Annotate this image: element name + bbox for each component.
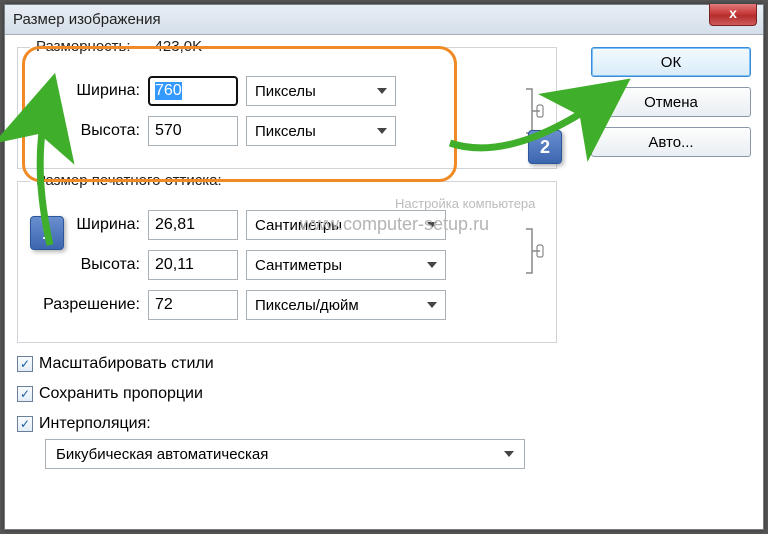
cancel-button[interactable]: Отмена [591,87,751,117]
interpolation-method-value: Бикубическая автоматическая [56,446,268,463]
height-unit-select[interactable]: Пикселы [246,116,396,146]
resolution-label: Разрешение: [30,296,140,314]
group-legend-print: Размер печатного оттиска: [30,172,228,189]
dialog-buttons: ОК Отмена Авто... [591,47,751,157]
height-unit-value: Пикселы [255,123,316,140]
print-width-unit-value: Сантиметры [255,217,342,234]
ok-button[interactable]: ОК [591,47,751,77]
scale-styles-checkbox[interactable]: ✓ Масштабировать стили [17,355,751,373]
print-width-input[interactable] [148,210,238,240]
link-icon [524,221,544,281]
width-input[interactable] [148,76,238,106]
interpolation-checkbox[interactable]: ✓ Интерполяция: [17,415,751,433]
height-input[interactable] [148,116,238,146]
width-unit-value: Пикселы [255,83,316,100]
close-icon[interactable]: x [709,4,757,26]
print-width-unit-select[interactable]: Сантиметры [246,210,446,240]
print-size-group: Размер печатного оттиска: Ширина: Сантим… [17,181,557,343]
constrain-label: Сохранить пропорции [39,385,203,403]
interpolation-label: Интерполяция: [39,415,151,433]
chevron-down-icon [377,128,387,134]
dimensions-size: 423,0K [155,38,203,55]
chevron-down-icon [427,222,437,228]
resolution-input[interactable] [148,290,238,320]
resolution-unit-value: Пикселы/дюйм [255,297,359,314]
link-icon [524,81,544,141]
checkbox-icon: ✓ [17,356,33,372]
pixel-dimensions-group: Размерность: 423,0K Ширина: Пикселы Высо… [17,47,557,169]
window-title: Размер изображения [13,11,161,28]
dialog-content: ОК Отмена Авто... Размерность: 423,0K Ши… [17,47,751,517]
scale-styles-label: Масштабировать стили [39,355,214,373]
auto-button[interactable]: Авто... [591,127,751,157]
print-height-unit-select[interactable]: Сантиметры [246,250,446,280]
width-unit-select[interactable]: Пикселы [246,76,396,106]
print-height-input[interactable] [148,250,238,280]
constrain-link [524,71,544,151]
titlebar: Размер изображения x [5,5,763,35]
checkbox-icon: ✓ [17,386,33,402]
constrain-proportions-checkbox[interactable]: ✓ Сохранить пропорции [17,385,751,403]
interpolation-method-select[interactable]: Бикубическая автоматическая [45,439,525,469]
resolution-unit-select[interactable]: Пикселы/дюйм [246,290,446,320]
chevron-down-icon [427,302,437,308]
dialog-window: Размер изображения x ОК Отмена Авто... Р… [4,4,764,530]
print-width-label: Ширина: [30,216,140,234]
width-label: Ширина: [30,82,140,100]
dimensions-label: Размерность: [36,38,131,55]
print-height-label: Высота: [30,256,140,274]
chevron-down-icon [377,88,387,94]
chevron-down-icon [427,262,437,268]
checkbox-icon: ✓ [17,416,33,432]
height-label: Высота: [30,122,140,140]
print-height-unit-value: Сантиметры [255,257,342,274]
group-legend-dimensions: Размерность: 423,0K [30,38,208,55]
chevron-down-icon [504,451,514,457]
print-constrain-link [524,206,544,296]
